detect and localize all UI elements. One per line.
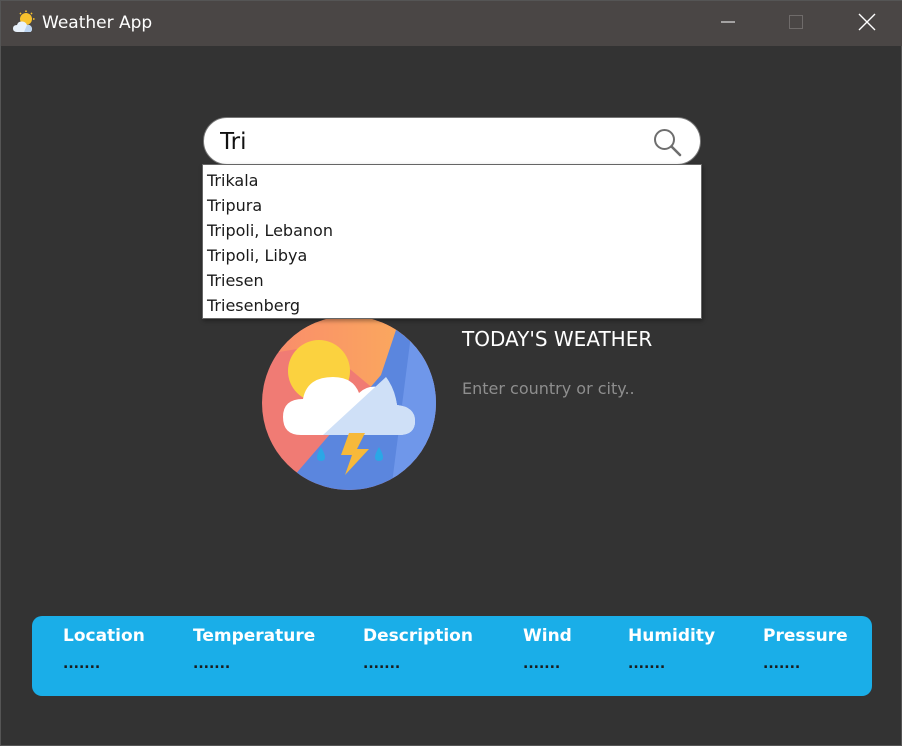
todays-weather-heading: TODAY'S WEATHER: [462, 327, 653, 351]
location-value: .......: [63, 656, 101, 672]
description-label: Description: [363, 626, 473, 646]
suggestion-item[interactable]: Triesenberg: [203, 293, 701, 318]
wind-label: Wind: [523, 626, 572, 646]
pressure-label: Pressure: [763, 626, 848, 646]
title-bar[interactable]: Weather App: [1, 1, 902, 46]
close-button[interactable]: [835, 1, 899, 46]
humidity-label: Humidity: [628, 626, 716, 646]
description-value: .......: [363, 656, 401, 672]
temperature-column: Temperature .......: [193, 626, 315, 672]
autocomplete-dropdown: Trikala Tripura Tripoli, Lebanon Tripoli, L…: [202, 164, 702, 319]
suggestion-item[interactable]: Triesen: [203, 268, 701, 293]
pressure-value: .......: [763, 656, 801, 672]
weather-condition-icon: [261, 315, 439, 491]
pressure-column: Pressure .......: [763, 626, 848, 672]
minimize-button[interactable]: [696, 1, 760, 46]
window-title: Weather App: [42, 13, 153, 33]
maximize-icon: [788, 14, 804, 34]
search-icon: [652, 129, 684, 161]
location-column: Location .......: [63, 626, 145, 672]
wind-value: .......: [523, 656, 561, 672]
suggestion-item[interactable]: Tripura: [203, 193, 701, 218]
close-icon: [858, 13, 876, 35]
minimize-icon: [720, 14, 736, 34]
suggestion-item[interactable]: Tripoli, Lebanon: [203, 218, 701, 243]
weather-app-icon: [12, 10, 38, 36]
weather-details-panel: Location ....... Temperature ....... Des…: [32, 616, 872, 696]
maximize-button[interactable]: [764, 1, 828, 46]
sun-cloud-rain-thunder-icon: [261, 316, 439, 495]
suggestion-item[interactable]: Trikala: [203, 168, 701, 193]
search-input[interactable]: [220, 126, 640, 158]
weather-prompt: Enter country or city..: [462, 379, 635, 398]
humidity-value: .......: [628, 656, 666, 672]
description-column: Description .......: [363, 626, 473, 672]
app-window: Weather App Tri TODAY'S WEATHER Enter co…: [0, 0, 902, 746]
location-label: Location: [63, 626, 145, 646]
humidity-column: Humidity .......: [628, 626, 715, 672]
suggestion-item[interactable]: Tripoli, Libya: [203, 243, 701, 268]
wind-column: Wind .......: [523, 626, 572, 672]
search-bar: [203, 117, 701, 165]
temperature-value: .......: [193, 656, 231, 672]
search-button[interactable]: [652, 127, 684, 157]
temperature-label: Temperature: [193, 626, 316, 646]
